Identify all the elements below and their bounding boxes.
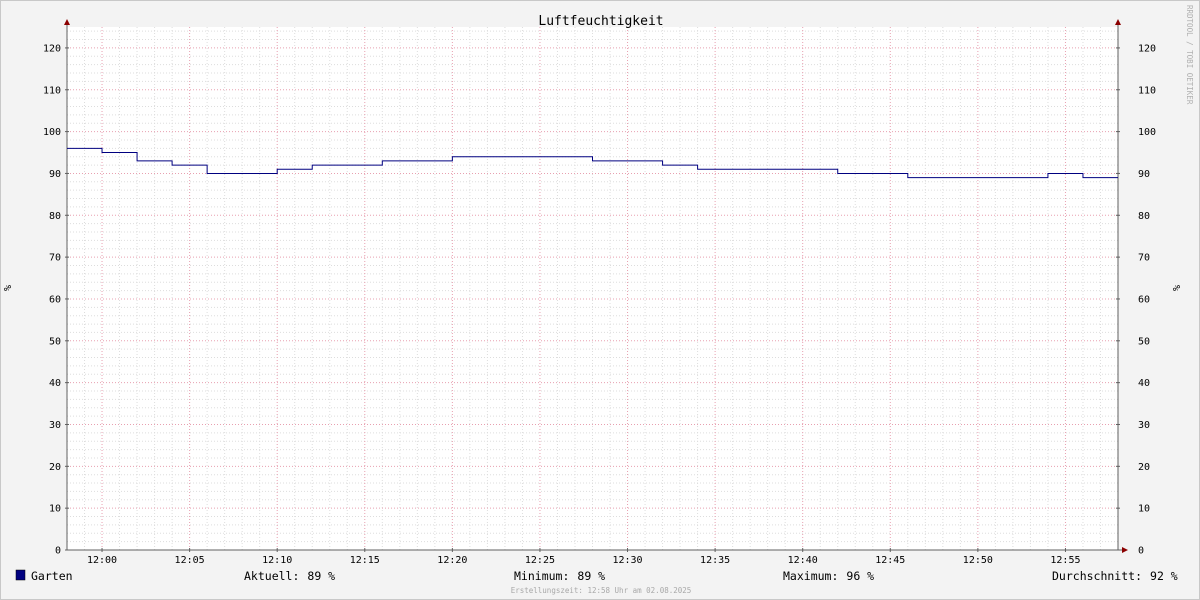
- stat-current-value: 89 %: [307, 569, 335, 583]
- x-tick-label: 12:30: [612, 555, 642, 566]
- legend-stat-maximum: Maximum: 96 %: [783, 569, 874, 583]
- humidity-chart: 0 10 20 30 40 50 60 70 80 90 100 110 120 0 10 20 30 40 50…: [3, 5, 1194, 595]
- y-tick-label-left: 110: [43, 85, 61, 96]
- y-tick-label-left: 20: [49, 462, 61, 473]
- y-tick-label-right: 80: [1138, 211, 1150, 222]
- legend-swatch-garten: [15, 569, 26, 581]
- y-tick-label-left: 120: [43, 43, 61, 54]
- stat-maximum-value: 96 %: [846, 569, 874, 583]
- y-tick-label-right: 90: [1138, 169, 1150, 180]
- y-tick-label-right: 20: [1138, 462, 1150, 473]
- x-tick-label: 12:10: [262, 555, 292, 566]
- y-tick-label-right: 50: [1138, 336, 1150, 347]
- stat-minimum-label: Minimum:: [514, 569, 569, 583]
- y-tick-label-right: 40: [1138, 378, 1150, 389]
- x-tick-label: 12:35: [700, 555, 730, 566]
- y-tick-label-right: 100: [1138, 127, 1156, 138]
- y-tick-label-left: 60: [49, 294, 61, 305]
- y-tick-label-right: 120: [1138, 43, 1156, 54]
- x-tick-label: 12:50: [963, 555, 993, 566]
- legend-stat-minimum: Minimum: 89 %: [514, 569, 605, 583]
- x-tick-label: 12:40: [788, 555, 818, 566]
- y-tick-label-left: 80: [49, 211, 61, 222]
- x-tick-label: 12:00: [87, 555, 117, 566]
- y-axis-label-right: %: [1172, 285, 1183, 291]
- x-tick-label: 12:45: [875, 555, 905, 566]
- x-tick-label: 12:55: [1050, 555, 1080, 566]
- grid-minor: [67, 27, 1118, 550]
- stat-maximum-label: Maximum:: [783, 569, 838, 583]
- x-tick-label: 12:25: [525, 555, 555, 566]
- y-tick-label-right: 30: [1138, 420, 1150, 431]
- stat-average-value: 92 %: [1150, 569, 1178, 583]
- y-tick-labels-right: 0 10 20 30 40 50 60 70 80 90 100 110 120: [1138, 43, 1156, 556]
- y-tick-label-left: 100: [43, 127, 61, 138]
- y-tick-label-left: 70: [49, 253, 61, 264]
- y-tick-label-right: 110: [1138, 85, 1156, 96]
- stat-minimum-value: 89 %: [577, 569, 605, 583]
- legend-series-name: Garten: [31, 569, 73, 583]
- y-axis-arrow-right: [1115, 19, 1121, 25]
- y-tick-label-left: 90: [49, 169, 61, 180]
- y-axis-arrow-left: [64, 19, 70, 25]
- chart-title: Luftfeuchtigkeit: [538, 14, 663, 29]
- x-tick-label: 12:15: [350, 555, 380, 566]
- y-tick-label-left: 50: [49, 336, 61, 347]
- x-tick-label: 12:05: [175, 555, 205, 566]
- y-tick-label-right: 10: [1138, 504, 1150, 515]
- legend-stat-average: Durchschnitt: 92 %: [1052, 569, 1178, 583]
- y-tick-label-left: 10: [49, 504, 61, 515]
- y-tick-label-right: 60: [1138, 294, 1150, 305]
- y-tick-label-left: 0: [55, 546, 61, 557]
- y-tick-label-left: 30: [49, 420, 61, 431]
- y-axis-label-left: %: [3, 285, 14, 291]
- y-tick-label-right: 0: [1138, 546, 1144, 557]
- chart-frame: 0 10 20 30 40 50 60 70 80 90 100 110 120 0 10 20 30 40 50…: [0, 0, 1200, 600]
- creation-time-footer: Erstellungszeit: 12:58 Uhr am 02.08.2025: [511, 586, 692, 595]
- stat-average-label: Durchschnitt:: [1052, 569, 1142, 583]
- rrdtool-watermark: RRDTOOL / TOBI OETIKER: [1185, 5, 1194, 105]
- legend: Garten Aktuell: 89 % Minimum: 89 % Maximum…: [15, 569, 1178, 583]
- x-tick-labels: 12:00 12:05 12:10 12:15 12:20 12:25 12:30 12:35…: [87, 555, 1081, 566]
- x-tick-label: 12:20: [437, 555, 467, 566]
- stat-current-label: Aktuell:: [244, 569, 299, 583]
- legend-stat-current: Aktuell: 89 %: [244, 569, 335, 583]
- y-tick-label-left: 40: [49, 378, 61, 389]
- x-axis-arrow: [1122, 547, 1128, 553]
- y-tick-labels-left: 0 10 20 30 40 50 60 70 80 90 100 110 120: [43, 43, 61, 556]
- y-tick-label-right: 70: [1138, 253, 1150, 264]
